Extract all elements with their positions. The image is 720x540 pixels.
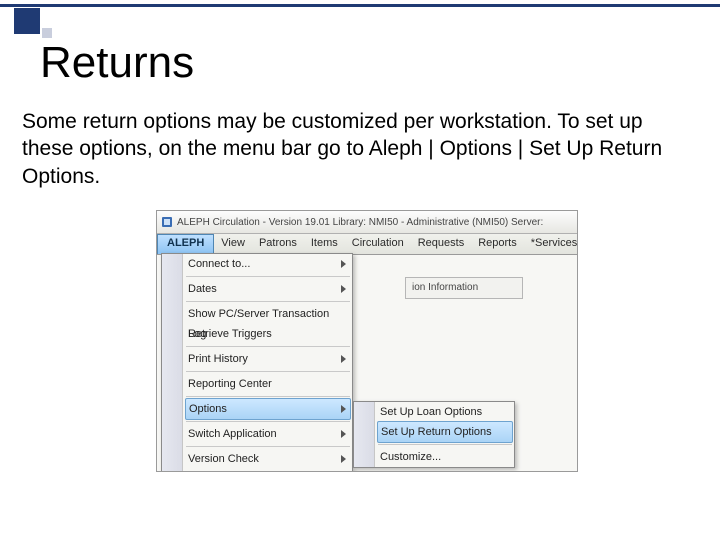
menu-separator (378, 444, 512, 445)
menu-aleph[interactable]: ALEPH (157, 234, 214, 254)
menu-separator (186, 446, 350, 447)
menu-bar: ALEPHViewPatronsItemsCirculationRequests… (157, 234, 577, 255)
slide-body-text: Some return options may be customized pe… (22, 108, 698, 190)
submenu-arrow-icon (341, 405, 346, 413)
menu-separator (186, 301, 350, 302)
menu-item-show-pc-server-transaction-log[interactable]: Show PC/Server Transaction Log (162, 304, 352, 324)
menu-item-retrieve-triggers[interactable]: Retrieve Triggers (162, 324, 352, 344)
menu-item-version-check[interactable]: Version Check (162, 449, 352, 469)
menu-services[interactable]: *Services (524, 234, 578, 254)
menu-item-connect-to-[interactable]: Connect to... (162, 254, 352, 274)
options-submenu: Set Up Loan OptionsSet Up Return Options… (353, 401, 515, 468)
menu-item-reporting-center[interactable]: Reporting Center (162, 374, 352, 394)
submenu-item-set-up-loan-options[interactable]: Set Up Loan Options (354, 402, 514, 422)
slide-accent-square (14, 8, 40, 34)
app-icon (161, 216, 173, 228)
menu-view[interactable]: View (214, 234, 252, 254)
aleph-dropdown-menu: Connect to... Dates Show PC/Server Transac… (161, 253, 353, 472)
menu-circulation[interactable]: Circulation (345, 234, 411, 254)
menu-separator (186, 276, 350, 277)
submenu-arrow-icon (341, 430, 346, 438)
slide-accent-square-small (42, 28, 52, 38)
window-titlebar: ALEPH Circulation - Version 19.01 Librar… (157, 211, 577, 234)
menu-separator (186, 396, 350, 397)
app-window: ALEPH Circulation - Version 19.01 Librar… (156, 210, 578, 472)
menu-reports[interactable]: Reports (471, 234, 524, 254)
menu-separator (186, 346, 350, 347)
submenu-item-customize-[interactable]: Customize... (354, 447, 514, 467)
window-title: ALEPH Circulation - Version 19.01 Librar… (177, 217, 543, 228)
submenu-arrow-icon (341, 260, 346, 268)
menu-item-options[interactable]: Options (185, 398, 351, 420)
slide-title: Returns (40, 38, 194, 88)
menu-item-dates[interactable]: Dates (162, 279, 352, 299)
submenu-arrow-icon (341, 455, 346, 463)
submenu-arrow-icon (341, 355, 346, 363)
menu-separator (186, 371, 350, 372)
menu-item-switch-application[interactable]: Switch Application (162, 424, 352, 444)
menu-patrons[interactable]: Patrons (252, 234, 304, 254)
menu-separator (186, 471, 350, 472)
menu-items[interactable]: Items (304, 234, 345, 254)
background-tab-label: ion Information (412, 282, 478, 293)
submenu-arrow-icon (341, 285, 346, 293)
menu-item-print-history[interactable]: Print History (162, 349, 352, 369)
menu-separator (186, 421, 350, 422)
menu-requests[interactable]: Requests (411, 234, 471, 254)
background-tab[interactable]: ion Information (405, 277, 523, 299)
slide-accent-line (0, 4, 720, 7)
submenu-item-set-up-return-options[interactable]: Set Up Return Options (377, 421, 513, 443)
